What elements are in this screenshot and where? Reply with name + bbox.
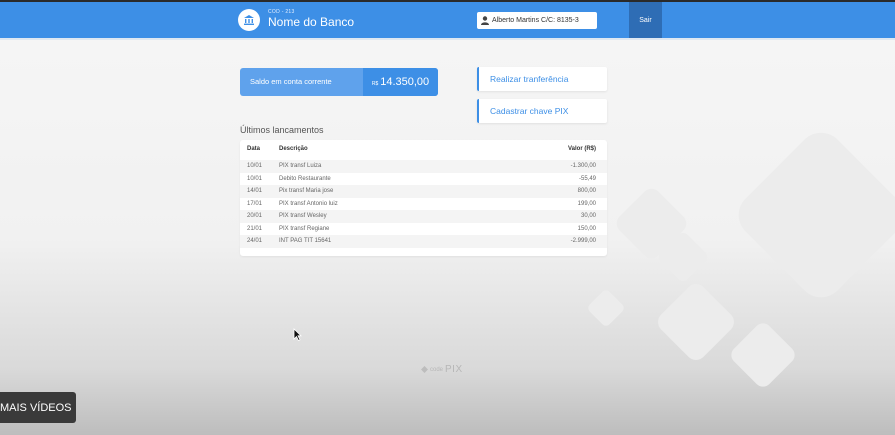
table-row: 24/01 INT PAG TIT 15641 -2.999,00 xyxy=(240,235,607,248)
row-date: 21/01 xyxy=(247,225,263,232)
logout-button[interactable]: Sair xyxy=(629,2,662,38)
row-description: INT PAG TIT 15641 xyxy=(279,238,332,244)
table-row: 10/01 PIX transf Luiza -1.300,00 xyxy=(240,160,607,173)
table-header: Data Descrição Valor (R$) xyxy=(240,146,607,158)
row-description: Pix transf Maria jose xyxy=(279,188,334,194)
row-description: PIX transf Regiane xyxy=(279,225,330,232)
row-value: -1.300,00 xyxy=(570,163,596,169)
balance-currency: R$ xyxy=(371,80,379,87)
row-date: 10/01 xyxy=(247,175,263,182)
row-date: 17/01 xyxy=(247,200,263,207)
row-description: PIX transf Wesley xyxy=(279,213,327,219)
bank-icon xyxy=(238,9,260,31)
row-date: 20/01 xyxy=(247,213,263,219)
column-header-date: Data xyxy=(247,146,261,152)
top-bar xyxy=(0,2,895,38)
user-account-badge: Alberto Martins C/C: 8135-3 xyxy=(477,12,597,29)
codepix-logo-icon xyxy=(421,366,428,373)
row-date: 10/01 xyxy=(247,163,263,169)
row-description: PIX transf Antonio luiz xyxy=(279,200,338,207)
background-diamond xyxy=(586,288,626,328)
mouse-cursor-icon xyxy=(293,328,302,341)
bank-name: Nome do Banco xyxy=(268,15,355,29)
row-value: 800,00 xyxy=(577,188,596,194)
row-value: -2.999,00 xyxy=(570,238,596,244)
balance-amount-box: R$ 14.350,00 xyxy=(363,68,438,96)
transactions-table: Data Descrição Valor (R$) 10/01 PIX tran… xyxy=(240,140,607,256)
table-row: 21/01 PIX transf Regiane 150,00 xyxy=(240,223,607,236)
table-body: 10/01 PIX transf Luiza -1.300,00 10/01 D… xyxy=(240,160,607,248)
user-icon xyxy=(481,16,489,25)
row-value: -55,49 xyxy=(578,175,596,182)
transfer-button[interactable]: Realizar tranferência xyxy=(477,67,607,91)
column-header-description: Descrição xyxy=(279,146,308,152)
table-row: 20/01 PIX transf Wesley 30,00 xyxy=(240,210,607,223)
table-row: 17/01 PIX transf Antonio luiz 199,00 xyxy=(240,198,607,211)
background-diamond xyxy=(727,319,799,391)
background-diamond xyxy=(729,123,895,307)
row-description: Debito Restaurante xyxy=(279,175,331,182)
watermark-pix-text: PIX xyxy=(445,364,463,375)
column-header-value: Valor (R$) xyxy=(567,146,596,152)
codepix-watermark: code PIX xyxy=(421,364,463,375)
row-description: PIX transf Luiza xyxy=(279,163,322,169)
background-diamond xyxy=(653,279,739,365)
more-videos-button[interactable]: MAIS VÍDEOS xyxy=(0,392,76,423)
transactions-title: Últimos lancamentos xyxy=(240,125,324,135)
balance-card: Saldo em conta corrente R$ 14.350,00 xyxy=(240,68,438,96)
register-pix-key-button[interactable]: Cadastrar chave PIX xyxy=(477,99,607,123)
table-row: 14/01 Pix transf Maria jose 800,00 xyxy=(240,185,607,198)
watermark-code-text: code xyxy=(430,366,444,373)
row-value: 150,00 xyxy=(577,225,596,232)
row-value: 199,00 xyxy=(577,200,596,207)
user-account-label: Alberto Martins C/C: 8135-3 xyxy=(492,17,579,24)
table-row: 10/01 Debito Restaurante -55,49 xyxy=(240,173,607,186)
balance-value: 14.350,00 xyxy=(380,76,430,88)
row-date: 24/01 xyxy=(247,238,263,244)
row-date: 14/01 xyxy=(247,188,263,194)
top-bar-shadow xyxy=(0,38,895,40)
row-value: 30,00 xyxy=(580,213,596,219)
balance-label: Saldo em conta corrente xyxy=(250,77,332,86)
